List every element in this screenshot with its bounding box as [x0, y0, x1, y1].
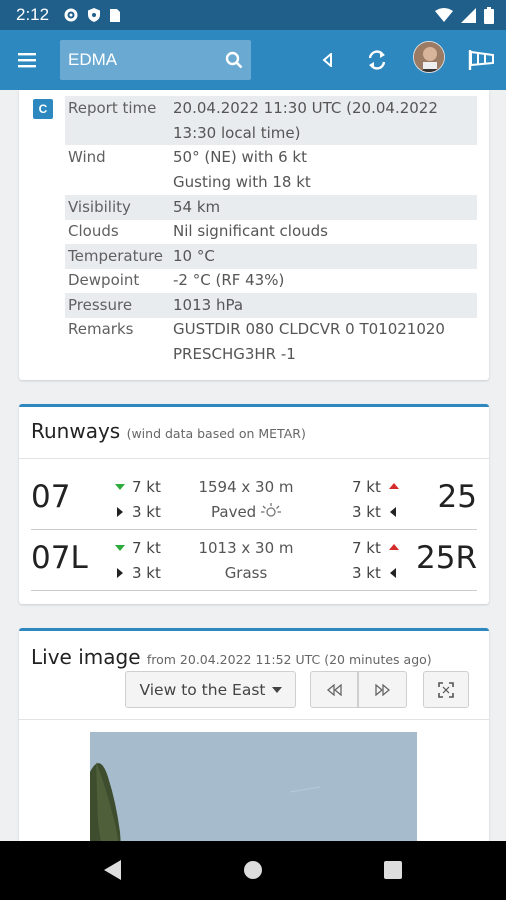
live-image-title: Live image from 20.04.2022 11:52 UTC (20…	[31, 645, 432, 669]
metar-value: 50° (NE) with 6 kt Gusting with 18 kt	[173, 148, 311, 191]
crosswind-right: 3 kt	[352, 503, 396, 521]
metar-label: Remarks	[68, 320, 134, 338]
metar-row-dewpoint: Dewpoint -2 °C (RF 43%)	[65, 268, 477, 293]
metar-row-temperature: Temperature 10 °C	[65, 244, 477, 269]
metar-category-badge: C	[33, 99, 53, 119]
runway-id-left: 07	[31, 479, 71, 515]
view-direction-select[interactable]: View to the East	[125, 671, 296, 708]
metar-value: 1013 hPa	[173, 296, 244, 314]
runway-dimensions: 1594 x 30 m	[198, 478, 294, 496]
metar-value: GUSTDIR 080 CLDCVR 0 T01021020 PRESCHG3HR…	[173, 320, 445, 363]
status-bar: 2:12	[0, 0, 506, 30]
metar-row-clouds: Clouds Nil significant clouds	[65, 219, 477, 244]
metar-value: Nil significant clouds	[173, 222, 328, 240]
windsock-button[interactable]	[464, 43, 498, 77]
fullscreen-icon	[438, 681, 454, 698]
tailwind-icon	[388, 483, 399, 489]
battery-icon	[484, 6, 494, 24]
fast-forward-icon	[374, 683, 390, 696]
sim-card-icon	[110, 8, 121, 22]
metar-label: Wind	[68, 148, 106, 166]
divider	[19, 719, 489, 720]
search-icon[interactable]	[225, 51, 243, 69]
previous-image-button[interactable]	[310, 671, 358, 708]
metar-row-visibility: Visibility 54 km	[65, 195, 477, 220]
search-input[interactable]: EDMA	[68, 50, 225, 70]
metar-value: 54 km	[173, 198, 221, 216]
runway-id-left: 07L	[31, 540, 88, 576]
metar-label: Visibility	[68, 198, 131, 216]
runway-surface: Paved	[171, 503, 321, 521]
chevron-down-icon	[271, 686, 282, 693]
metar-row-wind: Wind 50° (NE) with 6 kt Gusting with 18 k…	[65, 145, 477, 194]
settings-gear-icon	[64, 8, 78, 22]
shield-icon	[88, 8, 101, 22]
windsock-icon	[468, 50, 494, 70]
headwind-right: 7 kt	[352, 539, 399, 557]
crosswind-arrow-icon	[389, 507, 396, 517]
runway-row-07-25[interactable]: 07 7 kt 3 kt 1594 x 30 m Paved 7 kt 3 kt…	[31, 470, 477, 530]
menu-icon	[18, 53, 36, 68]
headwind-icon	[115, 545, 125, 551]
fullscreen-button[interactable]	[423, 671, 469, 708]
runways-card: Runways (wind data based on METAR) 07 7 …	[19, 404, 489, 604]
search-box[interactable]: EDMA	[60, 40, 251, 80]
metar-value: 10 °C	[173, 247, 215, 265]
rewind-icon	[326, 683, 342, 696]
runway-dimensions: 1013 x 30 m	[198, 539, 294, 557]
metar-label: Report time	[68, 99, 157, 117]
status-time: 2:12	[16, 5, 50, 24]
refresh-button[interactable]	[360, 43, 394, 77]
signal-icon	[461, 7, 476, 23]
back-button[interactable]	[310, 43, 344, 77]
nav-back-icon[interactable]	[102, 859, 122, 881]
crosswind-right: 3 kt	[352, 564, 396, 582]
menu-button[interactable]	[0, 30, 54, 90]
metar-label: Dewpoint	[68, 271, 140, 289]
crosswind-arrow-icon	[117, 507, 123, 517]
nav-recents-icon[interactable]	[384, 861, 402, 879]
metar-row-pressure: Pressure 1013 hPa	[65, 293, 477, 318]
refresh-icon	[368, 50, 386, 70]
metar-label: Temperature	[68, 247, 164, 265]
avatar[interactable]	[413, 41, 445, 73]
runway-id-right: 25	[437, 479, 477, 515]
headwind-icon	[115, 484, 125, 490]
runway-lighting-icon	[260, 503, 281, 517]
metar-label: Pressure	[68, 296, 133, 314]
crosswind-arrow-icon	[389, 568, 396, 578]
wifi-icon	[435, 8, 453, 22]
tailwind-icon	[388, 544, 399, 550]
runways-header: Runways (wind data based on METAR)	[19, 407, 489, 459]
runway-row-07L-25R[interactable]: 07L 7 kt 3 kt 1013 x 30 m Grass 7 kt 3 k…	[31, 531, 477, 591]
metar-row-remarks: Remarks GUSTDIR 080 CLDCVR 0 T01021020 PR…	[65, 317, 477, 366]
runway-id-right: 25R	[416, 540, 477, 576]
headwind-left: 7 kt	[115, 539, 161, 557]
nav-home-icon[interactable]	[243, 860, 263, 880]
headwind-right: 7 kt	[352, 478, 399, 496]
metar-value: -2 °C (RF 43%)	[173, 271, 285, 289]
runway-surface: Grass	[224, 564, 268, 582]
runways-title: Runways (wind data based on METAR)	[31, 419, 306, 443]
back-triangle-icon	[322, 53, 332, 67]
metar-row-report-time: Report time 20.04.2022 11:30 UTC (20.04.…	[65, 96, 477, 145]
metar-value: 20.04.2022 11:30 UTC (20.04.2022 13:30 lo…	[173, 99, 438, 142]
next-image-button[interactable]	[358, 671, 407, 708]
metar-card: C Report time 20.04.2022 11:30 UTC (20.0…	[19, 90, 489, 380]
headwind-left: 7 kt	[115, 478, 161, 496]
system-nav-bar	[0, 841, 506, 900]
metar-label: Clouds	[68, 222, 119, 240]
runways-subtitle: (wind data based on METAR)	[126, 426, 306, 441]
live-image-subtitle: from 20.04.2022 11:52 UTC (20 minutes ag…	[146, 652, 432, 667]
crosswind-left: 3 kt	[117, 564, 161, 582]
crosswind-arrow-icon	[117, 568, 123, 578]
crosswind-left: 3 kt	[117, 503, 161, 521]
